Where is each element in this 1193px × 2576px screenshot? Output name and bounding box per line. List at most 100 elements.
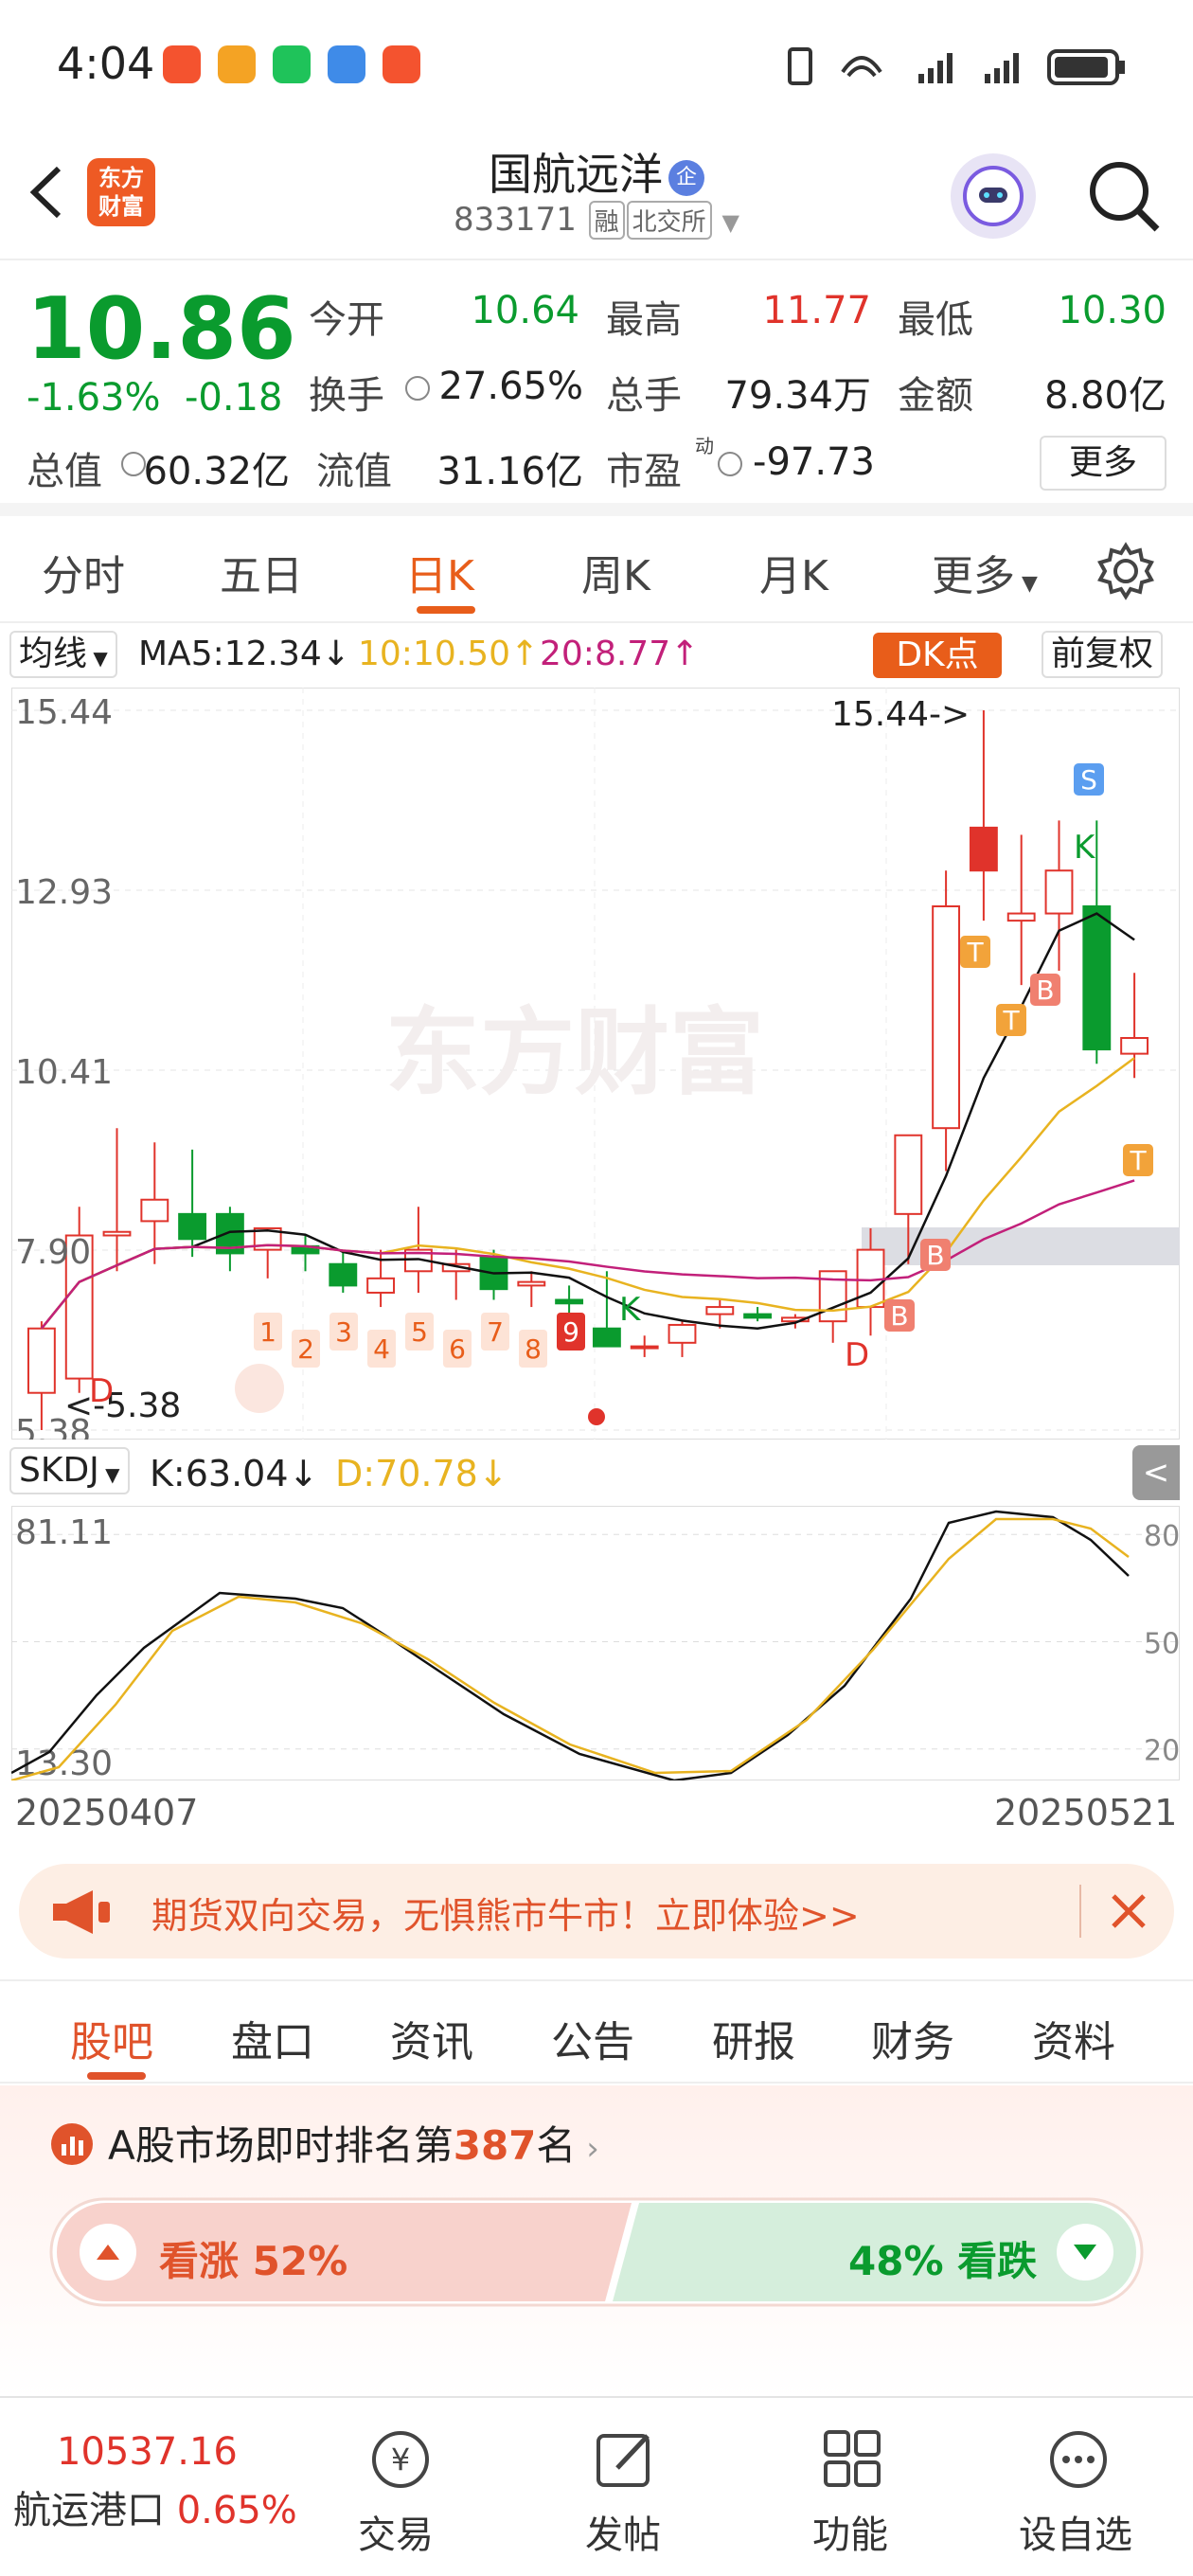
nav-functions-label: 功能 bbox=[812, 2513, 888, 2557]
rank-section: A股市场即时排名第387名 › 看涨 52% 48% 看跌 bbox=[0, 2085, 1193, 2398]
tab-monthly-k[interactable]: 月K bbox=[759, 542, 828, 602]
promo-banner[interactable]: 期货双向交易，无惧熊市牛市！立即体验>> bbox=[19, 1864, 1174, 1959]
nav-trade-label: 交易 bbox=[358, 2513, 434, 2557]
svg-text:¥: ¥ bbox=[391, 2442, 410, 2478]
margin-tag: 融 bbox=[588, 201, 625, 240]
quote-value: 79.34万 bbox=[724, 374, 871, 418]
quote-value: 27.65% bbox=[438, 365, 583, 408]
stock-code: 833171 bbox=[454, 201, 577, 239]
bearish-label[interactable]: 48% 看跌 bbox=[848, 2229, 1037, 2287]
take-profit-signal-text: T bbox=[1129, 1145, 1147, 1176]
candle-body bbox=[102, 1230, 132, 1237]
pe-dynamic-sup: 动 bbox=[695, 435, 714, 457]
tab-news[interactable]: 资讯 bbox=[390, 2008, 473, 2068]
tab-weekly-k[interactable]: 周K bbox=[581, 542, 650, 602]
quote-value: 10.64 bbox=[471, 289, 579, 332]
buy-signal-text: B bbox=[890, 1300, 908, 1332]
ai-assistant-icon[interactable] bbox=[951, 153, 1036, 239]
event-dot bbox=[588, 1408, 605, 1425]
tab-pankou[interactable]: 盘口 bbox=[231, 2008, 314, 2068]
tab-daily-k[interactable]: 日K bbox=[405, 542, 474, 602]
tab-research[interactable]: 研报 bbox=[712, 2008, 795, 2068]
collapse-arrow-icon[interactable]: < bbox=[1132, 1445, 1180, 1500]
sequence-number: 4 bbox=[373, 1333, 390, 1365]
adjust-mode-button[interactable]: 前复权 bbox=[1042, 631, 1164, 678]
status-bar: 4:04 bbox=[0, 0, 1193, 133]
trade-icon: ¥ bbox=[372, 2431, 429, 2488]
megaphone-icon bbox=[53, 1890, 110, 1934]
quote-label: 今开 bbox=[309, 298, 384, 342]
candle-body bbox=[668, 1323, 697, 1344]
active-tab-underline bbox=[87, 2072, 146, 2080]
info-icon[interactable] bbox=[405, 376, 430, 401]
candlestick-chart[interactable]: 东方财富15.4412.9310.417.905.3815.44-><-5.38… bbox=[11, 688, 1180, 1440]
nav-watchlist-label: 设自选 bbox=[1019, 2513, 1132, 2557]
content-tabs: 股吧 盘口 资讯 公告 研报 财务 资料 bbox=[0, 1979, 1193, 2084]
tab-more[interactable]: 更多 ▼ bbox=[932, 542, 1038, 602]
indicator-selector[interactable]: SKDJ ▼ bbox=[9, 1447, 130, 1494]
ma20-value: 20:8.77↑ bbox=[540, 635, 700, 673]
k-signal: K bbox=[619, 1291, 642, 1329]
grid-icon bbox=[824, 2430, 881, 2487]
nav-functions[interactable]: 功能 bbox=[756, 2398, 945, 2576]
level-label: 50 bbox=[1144, 1627, 1180, 1660]
candle-body bbox=[27, 1327, 56, 1394]
candle-body bbox=[517, 1280, 546, 1287]
take-profit-signal-text: T bbox=[966, 937, 984, 968]
settings-gear-icon[interactable] bbox=[1096, 542, 1155, 600]
quote-label: 最高 bbox=[606, 298, 682, 342]
nav-post-label: 发帖 bbox=[585, 2513, 661, 2557]
level-label: 20 bbox=[1144, 1735, 1180, 1768]
candle-body bbox=[969, 826, 998, 872]
max-price-marker: 15.44-> bbox=[831, 695, 970, 734]
missed-call-icon bbox=[163, 45, 201, 83]
tab-intraday[interactable]: 分时 bbox=[42, 542, 125, 602]
candle-body bbox=[1082, 904, 1112, 1051]
candle-body bbox=[894, 1134, 923, 1215]
skdj-d-value: D:70.78↓ bbox=[335, 1453, 508, 1494]
ma-indicator-bar: 均线 ▼ MA5:12.34↓ 10:10.50↑ 20:8.77↑ DK点 前… bbox=[0, 625, 1193, 686]
sequence-number: 2 bbox=[297, 1333, 314, 1365]
skdj-k-value: K:63.04↓ bbox=[150, 1453, 319, 1494]
candle-body bbox=[705, 1306, 735, 1315]
date-end: 20250521 bbox=[994, 1792, 1178, 1834]
sequence-number: 3 bbox=[335, 1316, 352, 1348]
dk-point-button[interactable]: DK点 bbox=[873, 633, 1002, 678]
nav-trade[interactable]: ¥ 交易 bbox=[301, 2398, 490, 2576]
tab-five-day[interactable]: 五日 bbox=[220, 542, 303, 602]
bullish-label[interactable]: 看涨 52% bbox=[159, 2229, 347, 2287]
info-icon[interactable] bbox=[718, 452, 742, 476]
tab-guba[interactable]: 股吧 bbox=[70, 2008, 153, 2068]
quote-label: 总手 bbox=[606, 374, 682, 418]
candle-body bbox=[932, 904, 961, 1130]
app-notification-icon bbox=[218, 45, 256, 83]
sector-index[interactable]: 10537.16 航运港口 0.65% bbox=[13, 2430, 297, 2534]
candle-body bbox=[592, 1327, 621, 1348]
ma-selector[interactable]: 均线 ▼ bbox=[9, 631, 117, 678]
quote-label: 换手 bbox=[309, 374, 384, 418]
tab-profile[interactable]: 资料 bbox=[1032, 2008, 1115, 2068]
quote-value: 31.16亿 bbox=[436, 450, 583, 493]
tab-announcements[interactable]: 公告 bbox=[551, 2008, 634, 2068]
y-tick-label: 12.93 bbox=[15, 873, 113, 912]
sequence-number: 6 bbox=[449, 1333, 466, 1365]
sequence-number: 1 bbox=[259, 1316, 276, 1348]
info-icon[interactable] bbox=[121, 452, 146, 476]
period-tabs: 分时 五日 日K 周K 月K 更多 ▼ bbox=[0, 519, 1193, 623]
candle-body bbox=[1120, 1037, 1149, 1055]
d-signal: D bbox=[89, 1372, 114, 1410]
close-icon[interactable] bbox=[1108, 1890, 1149, 1932]
search-icon[interactable] bbox=[1081, 153, 1166, 239]
skdj-header: SKDJ ▼ K:63.04↓ D:70.78↓ < bbox=[9, 1445, 1184, 1502]
more-button[interactable]: 更多 bbox=[1040, 436, 1166, 491]
skdj-top-value: 81.11 bbox=[15, 1513, 113, 1552]
candle-body bbox=[366, 1277, 396, 1294]
tab-finance[interactable]: 财务 bbox=[871, 2008, 954, 2068]
nav-watchlist[interactable]: 设自选 bbox=[981, 2398, 1170, 2576]
app-root: { "status_bar": { "time": "4:04" }, "hea… bbox=[0, 0, 1193, 2576]
market-rank[interactable]: A股市场即时排名第387名 › bbox=[108, 2114, 599, 2172]
take-profit-signal-text: T bbox=[1002, 1005, 1020, 1036]
nav-post[interactable]: 发帖 bbox=[528, 2398, 718, 2576]
more-dots-icon bbox=[1050, 2431, 1107, 2488]
y-tick-label: 7.90 bbox=[15, 1233, 91, 1272]
